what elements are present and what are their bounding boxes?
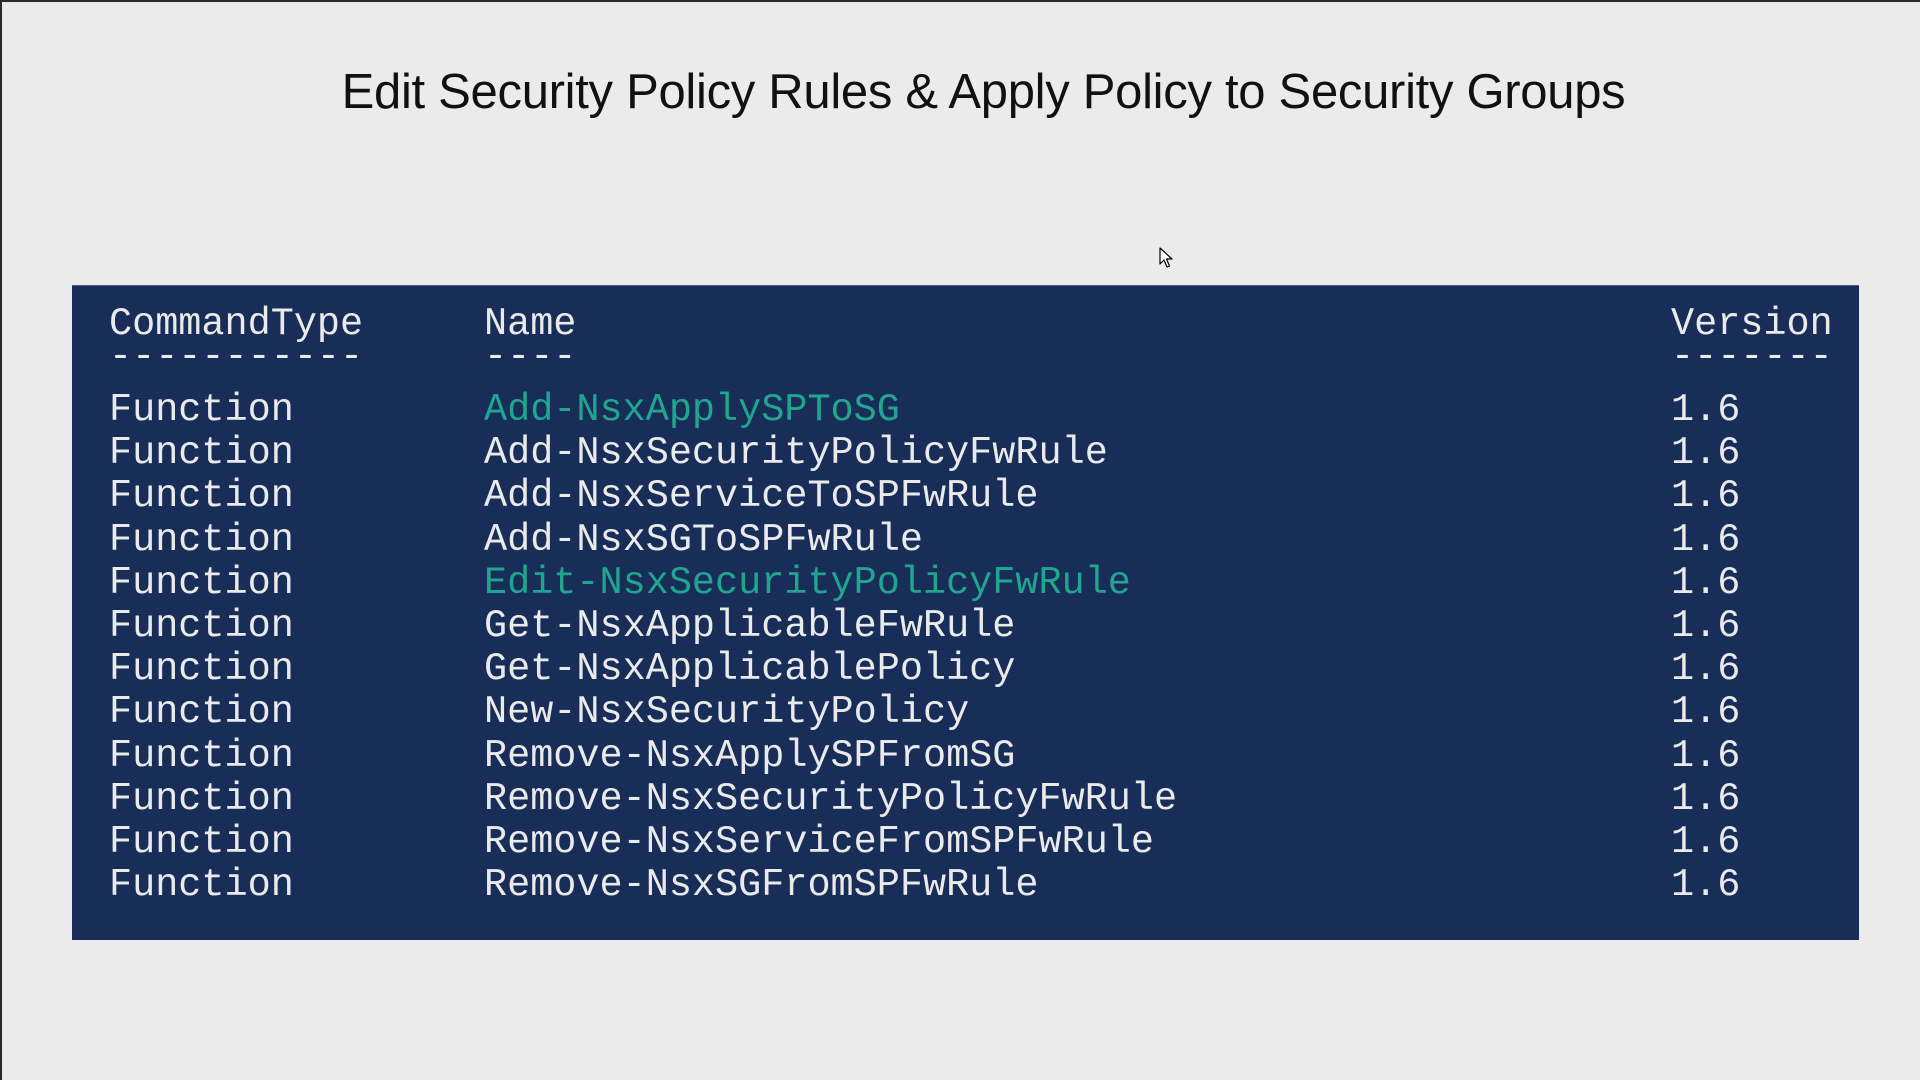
version-cell: 1.6 bbox=[1671, 820, 1741, 864]
version-cell: 1.6 bbox=[1671, 561, 1741, 605]
header-underline-command-type: ----------- bbox=[109, 335, 364, 379]
command-type-cell: Function bbox=[109, 604, 294, 648]
powershell-output-panel: CommandType Name Version ----------- ---… bbox=[72, 285, 1859, 940]
version-cell: 1.6 bbox=[1671, 431, 1741, 475]
command-type-cell: Function bbox=[109, 474, 294, 518]
command-name-cell: Add-NsxServiceToSPFwRule bbox=[484, 474, 1039, 518]
header-underline-version: ------- bbox=[1671, 335, 1833, 379]
version-cell: 1.6 bbox=[1671, 647, 1741, 691]
version-cell: 1.6 bbox=[1671, 388, 1741, 432]
command-name-cell: New-NsxSecurityPolicy bbox=[484, 690, 970, 734]
command-type-cell: Function bbox=[109, 734, 294, 778]
mouse-pointer-icon bbox=[1159, 247, 1173, 268]
header-underline-name: ---- bbox=[484, 335, 577, 379]
version-cell: 1.6 bbox=[1671, 863, 1741, 907]
command-name-cell: Add-NsxSGToSPFwRule bbox=[484, 518, 923, 562]
command-name-cell: Edit-NsxSecurityPolicyFwRule bbox=[484, 561, 1131, 605]
command-type-cell: Function bbox=[109, 863, 294, 907]
command-name-cell: Add-NsxApplySPToSG bbox=[484, 388, 900, 432]
command-type-cell: Function bbox=[109, 647, 294, 691]
command-type-cell: Function bbox=[109, 431, 294, 475]
command-name-cell: Get-NsxApplicableFwRule bbox=[484, 604, 1016, 648]
version-cell: 1.6 bbox=[1671, 690, 1741, 734]
command-type-cell: Function bbox=[109, 518, 294, 562]
command-name-cell: Remove-NsxSecurityPolicyFwRule bbox=[484, 777, 1178, 821]
slide-title: Edit Security Policy Rules & Apply Polic… bbox=[341, 65, 1626, 119]
version-cell: 1.6 bbox=[1671, 474, 1741, 518]
command-name-cell: Add-NsxSecurityPolicyFwRule bbox=[484, 431, 1108, 475]
command-name-cell: Remove-NsxSGFromSPFwRule bbox=[484, 863, 1039, 907]
command-name-cell: Remove-NsxServiceFromSPFwRule bbox=[484, 820, 1155, 864]
command-type-cell: Function bbox=[109, 820, 294, 864]
command-type-cell: Function bbox=[109, 561, 294, 605]
version-cell: 1.6 bbox=[1671, 734, 1741, 778]
command-type-cell: Function bbox=[109, 777, 294, 821]
command-name-cell: Remove-NsxApplySPFromSG bbox=[484, 734, 1016, 778]
command-type-cell: Function bbox=[109, 388, 294, 432]
version-cell: 1.6 bbox=[1671, 518, 1741, 562]
command-name-cell: Get-NsxApplicablePolicy bbox=[484, 647, 1016, 691]
version-cell: 1.6 bbox=[1671, 777, 1741, 821]
command-type-cell: Function bbox=[109, 690, 294, 734]
version-cell: 1.6 bbox=[1671, 604, 1741, 648]
